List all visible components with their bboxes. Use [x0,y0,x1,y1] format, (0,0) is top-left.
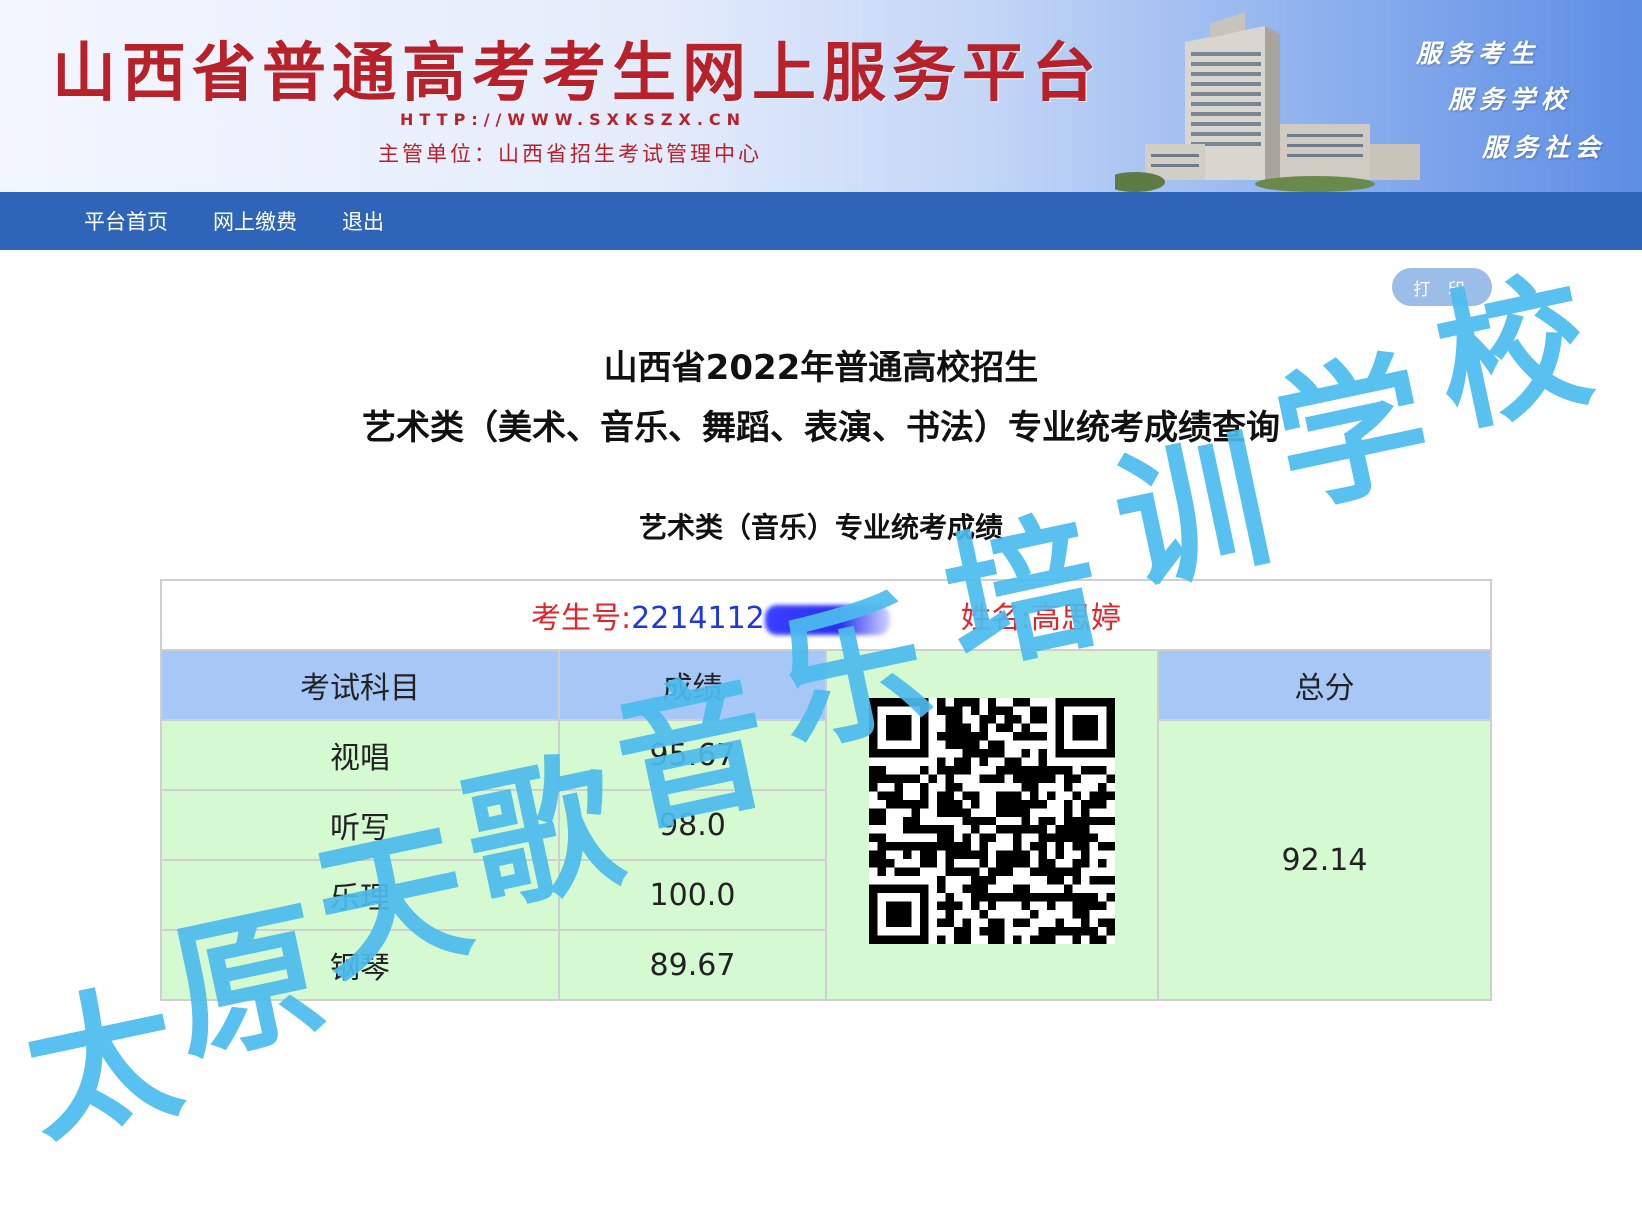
header-banner: 山西省普通高考考生网上服务平台 HTTP://WWW.SXKSZX.CN 主管单… [0,0,1642,192]
score-cell: 100.0 [558,859,827,931]
page-title: 山西省2022年普通高校招生 [603,348,1039,388]
student-id: 2214112 [631,601,765,636]
qr-cell [825,649,1159,1001]
student-info-row: 考生号:2214112 姓名:高思婷 [160,579,1492,651]
nav-item-logout[interactable]: 退出 [342,206,384,236]
subject-cell: 听写 [160,789,560,861]
nav-bar: 平台首页 网上缴费 退出 [0,192,1642,250]
header-score: 成绩 [558,649,827,721]
section-title: 艺术类（音乐）专业统考成绩 [638,511,1003,544]
score-cell: 89.67 [558,929,827,1001]
qr-code [869,698,1115,944]
student-name-label: 姓名: [960,601,1031,636]
slogan-students: 服务考生 [1416,39,1541,68]
score-cell: 98.0 [558,789,827,861]
redaction-mask [764,604,890,635]
student-info: 考生号:2214112 姓名:高思婷 [160,579,1492,651]
student-name: 高思婷 [1030,601,1121,636]
site-url: HTTP://WWW.SXKSZX.CN [400,110,747,129]
student-id-label: 考生号: [531,601,632,636]
building-illustration [1115,12,1420,192]
site-title: 山西省普通高考考生网上服务平台 [52,36,1102,111]
total-score: 92.14 [1157,719,1492,1001]
table-header-row: 考试科目 成绩 总分 [160,649,1492,1001]
header-total: 总分 [1157,649,1492,721]
print-button[interactable]: 打 印 [1392,268,1492,306]
subject-cell: 钢琴 [160,929,560,1001]
subject-cell: 乐理 [160,859,560,931]
score-cell: 95.67 [558,719,827,791]
slogan-society: 服务社会 [1482,133,1607,162]
slogan-schools: 服务学校 [1448,85,1573,114]
score-table: 考生号:2214112 姓名:高思婷 考试科目 成绩 总分 视唱 95.67 9… [160,579,1492,1001]
header-subject: 考试科目 [160,649,560,721]
page-subtitle: 艺术类（美术、音乐、舞蹈、表演、书法）专业统考成绩查询 [362,408,1280,448]
site-org: 主管单位：山西省招生考试管理中心 [378,142,762,166]
nav-item-home[interactable]: 平台首页 [84,206,168,236]
subject-cell: 视唱 [160,719,560,791]
nav-item-payment[interactable]: 网上缴费 [213,206,297,236]
